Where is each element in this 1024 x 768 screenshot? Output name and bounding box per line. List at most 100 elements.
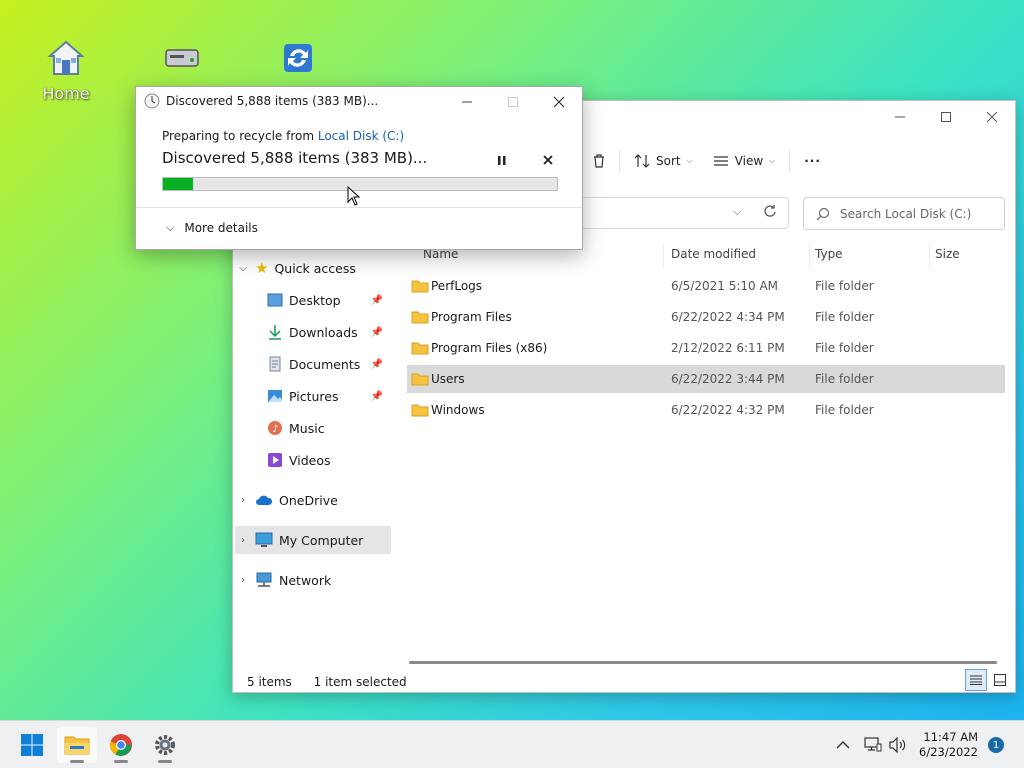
column-date-modified[interactable]: Date modified (671, 247, 756, 261)
chevron-down-icon: ⌵ (686, 156, 693, 165)
file-name: Program Files (x86) (431, 341, 548, 355)
delete-button[interactable] (583, 147, 615, 175)
dialog-divider (136, 207, 582, 208)
more-options-button[interactable]: ··· (794, 147, 831, 175)
chevron-right-icon[interactable]: › (237, 575, 249, 586)
progress-bar-fill (163, 178, 193, 190)
file-row[interactable]: PerfLogs 6/5/2021 5:10 AM File folder (407, 272, 1005, 300)
running-indicator (70, 760, 84, 763)
horizontal-scrollbar[interactable] (409, 661, 997, 664)
nav-label: OneDrive (279, 492, 338, 508)
refresh-icon[interactable] (763, 204, 777, 221)
more-details-toggle[interactable]: ⌵ More details (166, 221, 258, 235)
computer-icon (255, 532, 273, 547)
taskbar-settings[interactable] (145, 727, 185, 763)
column-size[interactable]: Size (935, 247, 960, 261)
dialog-title-bar: Discovered 5,888 items (383 MB)... (144, 93, 378, 109)
chevron-up-icon (836, 741, 850, 749)
view-toggle (965, 669, 1011, 691)
desktop-icon-home[interactable]: Home (30, 38, 102, 103)
star-icon: ★ (255, 259, 269, 277)
sort-icon (634, 154, 650, 168)
network-status-button[interactable] (864, 721, 882, 768)
address-bar[interactable]: ⌵ (573, 197, 789, 229)
chevron-right-icon[interactable]: › (237, 495, 249, 506)
chevron-right-icon[interactable]: › (237, 535, 249, 546)
nav-onedrive[interactable]: › OneDrive (237, 486, 393, 514)
nav-pictures[interactable]: Pictures 📌 (267, 382, 389, 410)
more-icon: ··· (804, 154, 821, 168)
folder-icon (411, 404, 429, 417)
selection-count: 1 item selected (313, 675, 407, 689)
view-button[interactable]: View ⌵ (703, 147, 786, 175)
chevron-down-icon[interactable]: ⌵ (237, 263, 249, 274)
toolbar-divider (619, 150, 620, 172)
close-button[interactable] (536, 87, 582, 117)
tiles-view-icon (994, 674, 1006, 686)
minimize-button[interactable] (444, 87, 490, 117)
nav-quick-access[interactable]: ⌵ ★ Quick access (237, 254, 393, 282)
column-type[interactable]: Type (815, 247, 843, 261)
close-button[interactable] (969, 101, 1015, 133)
nav-my-computer[interactable]: › My Computer (235, 526, 391, 554)
minimize-button[interactable] (877, 101, 923, 133)
chrome-icon (109, 734, 132, 756)
show-hidden-icons-button[interactable] (836, 721, 850, 768)
tiles-view-button[interactable] (989, 669, 1011, 691)
running-indicator (158, 760, 172, 763)
video-icon (268, 453, 282, 467)
file-row[interactable]: Program Files 6/22/2022 4:34 PM File fol… (407, 303, 1005, 331)
nav-desktop[interactable]: Desktop 📌 (267, 286, 389, 314)
more-details-label: More details (184, 221, 258, 235)
chevron-down-icon: ⌵ (166, 221, 175, 234)
nav-music[interactable]: ♪ Music (267, 414, 389, 442)
sort-button[interactable]: Sort ⌵ (624, 147, 703, 175)
nav-videos[interactable]: Videos (267, 446, 389, 474)
maximize-button[interactable] (923, 101, 969, 133)
nav-documents[interactable]: Documents 📌 (267, 350, 389, 378)
details-view-button[interactable] (965, 669, 987, 691)
volume-button[interactable] (888, 721, 908, 768)
chevron-down-icon[interactable]: ⌵ (733, 205, 741, 219)
download-icon (269, 325, 281, 340)
nav-downloads[interactable]: Downloads 📌 (267, 318, 389, 346)
search-placeholder: Search Local Disk (C:) (840, 206, 972, 221)
taskbar-chrome[interactable] (101, 727, 141, 763)
file-row-selected[interactable]: Users 6/22/2022 3:44 PM File folder (407, 365, 1005, 393)
desktop-icon-sync[interactable] (262, 38, 334, 78)
desktop-icon-drive[interactable] (146, 38, 218, 78)
taskbar-file-explorer[interactable] (57, 727, 97, 763)
file-row[interactable]: Windows 6/22/2022 4:32 PM File folder (407, 396, 1005, 424)
recycle-source-text: Preparing to recycle from Local Disk (C:… (162, 129, 404, 143)
running-indicator (114, 760, 128, 763)
speaker-icon (889, 737, 906, 753)
document-icon (269, 356, 281, 372)
desktop-icon-label: Home (42, 84, 90, 103)
pause-button[interactable] (492, 151, 512, 169)
pictures-icon (268, 390, 282, 402)
column-divider[interactable] (929, 243, 930, 269)
start-button[interactable] (12, 727, 52, 763)
column-divider[interactable] (663, 243, 664, 269)
file-row[interactable]: Program Files (x86) 2/12/2022 6:11 PM Fi… (407, 334, 1005, 362)
file-type: File folder (815, 341, 874, 355)
mouse-cursor (347, 186, 361, 206)
pin-icon: 📌 (370, 294, 383, 306)
folder-icon (411, 373, 429, 386)
view-label: View (734, 154, 764, 168)
column-divider[interactable] (809, 243, 810, 269)
notification-badge[interactable]: 1 (988, 737, 1004, 753)
search-input[interactable]: Search Local Disk (C:) (803, 197, 1005, 230)
system-clock[interactable]: 11:47 AM 6/23/2022 (919, 730, 978, 760)
nav-label: Pictures (289, 388, 339, 404)
nav-label: My Computer (279, 532, 364, 548)
cancel-button[interactable] (538, 151, 558, 169)
command-bar: Sort ⌵ View ⌵ ··· (583, 147, 831, 175)
item-count: 5 items (247, 675, 292, 689)
clock-icon (144, 93, 160, 109)
file-type: File folder (815, 310, 874, 324)
nav-network[interactable]: › Network (237, 566, 393, 594)
nav-label: Desktop (289, 292, 341, 308)
source-location-link[interactable]: Local Disk (C:) (318, 129, 404, 143)
chevron-down-icon: ⌵ (769, 156, 776, 165)
